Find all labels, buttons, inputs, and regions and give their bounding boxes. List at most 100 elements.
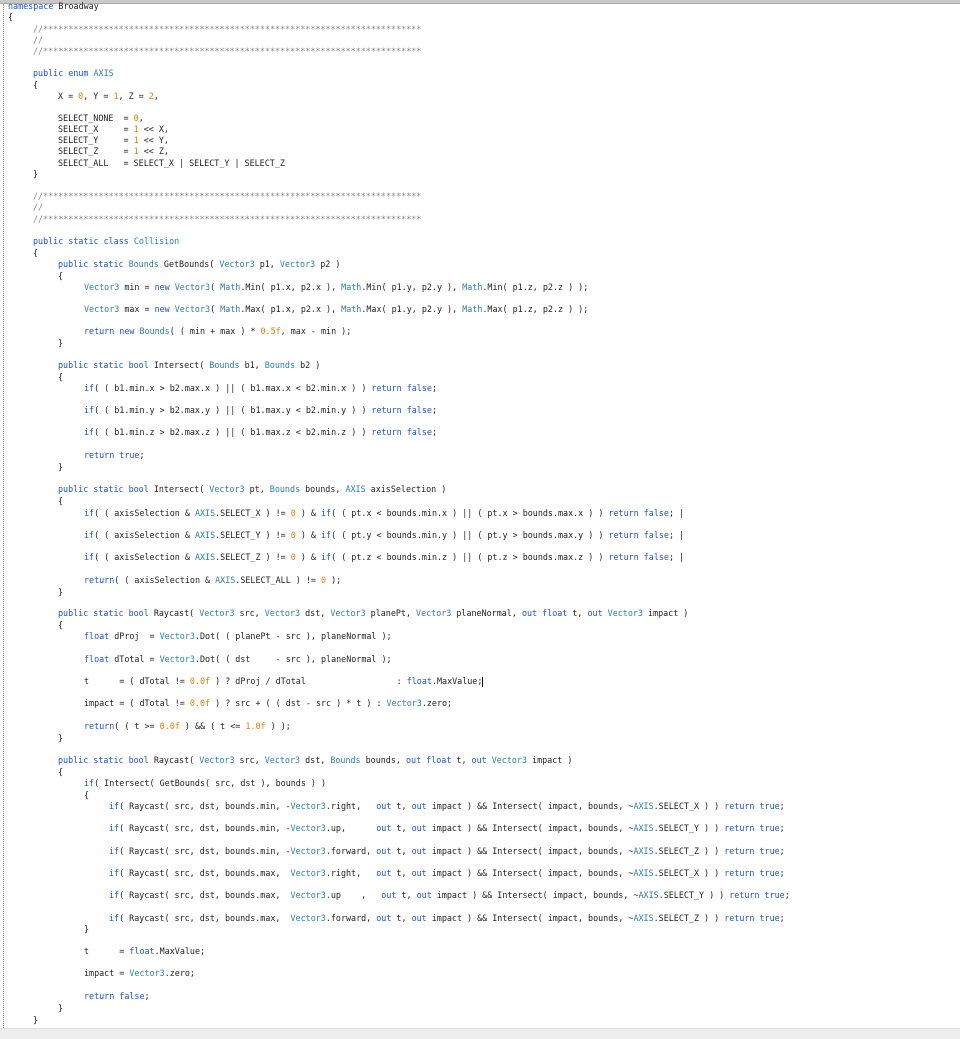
code-token-txt: ( ( b1.min.z > b2.max.z ) || ( b1.max.z … — [94, 427, 372, 437]
code-token-txt: ; — [431, 427, 437, 437]
code-token-txt: ( ( min + max ) * — [169, 326, 261, 336]
code-token-kw: public enum — [33, 68, 94, 78]
code-token-kw: if — [84, 778, 95, 788]
code-token-kw: if — [321, 530, 332, 540]
code-line: } — [58, 462, 63, 473]
code-line: SELECT_X = 1 << X, — [58, 124, 169, 135]
code-token-txt: ( Raycast( src, dst, bounds.max, — [119, 868, 291, 878]
code-line: if( ( axisSelection & AXIS.SELECT_Y ) !=… — [84, 530, 684, 541]
code-token-txt: p2 ) — [315, 259, 341, 269]
code-line: } — [58, 587, 63, 598]
code-token-txt: { — [58, 767, 64, 777]
code-token-num: 0.5f — [260, 326, 281, 336]
code-token-type: AXIS — [633, 801, 654, 811]
code-token-txt: ( Raycast( src, dst, bounds.min, - — [119, 846, 291, 856]
code-token-kw: return true — [724, 801, 780, 811]
code-token-txt: ) ? src + ( ( dst - src ) * t ) : — [210, 698, 387, 708]
code-token-txt: ( ( axisSelection & — [94, 508, 195, 518]
code-token-txt: Raycast( — [153, 608, 200, 618]
code-token-kw: return true — [724, 846, 780, 856]
code-token-txt: t, — [391, 868, 412, 878]
code-token-type: Math — [462, 282, 483, 292]
text-caret — [482, 676, 484, 687]
code-token-txt: ( — [210, 304, 221, 314]
code-token-txt: ; — [784, 890, 790, 900]
code-token-txt: { — [33, 80, 39, 90]
code-token-txt: } — [58, 733, 64, 743]
code-line: if( Raycast( src, dst, bounds.max, Vecto… — [109, 890, 790, 901]
code-token-txt: impact ) && Intersect( impact, bounds, ~ — [426, 823, 634, 833]
code-token-txt: .SELECT_X ) ) — [653, 801, 725, 811]
code-token-type: AXIS — [215, 575, 236, 585]
code-token-txt: .right, — [325, 868, 377, 878]
code-token-txt: .Dot( ( planePt - src ), planeNormal ); — [194, 631, 392, 641]
code-token-kw: return true — [84, 450, 140, 460]
code-token-type: Math — [341, 282, 362, 292]
code-token-kw: out — [411, 801, 427, 811]
code-token-txt: , max - min ); — [280, 326, 352, 336]
code-token-type: Vector3 — [199, 755, 235, 765]
code-token-type: Bounds — [139, 326, 170, 336]
code-token-txt: ) & — [295, 552, 322, 562]
code-token-txt: bounds, — [360, 755, 406, 765]
code-token-txt: { — [58, 372, 64, 382]
code-token-txt: t, — [391, 846, 412, 856]
code-token-txt: Broadway — [53, 1, 99, 11]
code-token-type: Vector3 — [279, 259, 316, 269]
code-line: { — [58, 271, 63, 282]
code-token-txt: max = — [119, 304, 155, 314]
code-token-kw: out — [376, 801, 392, 811]
code-token-txt: src, — [234, 608, 265, 618]
code-line: if( ( axisSelection & AXIS.SELECT_X ) !=… — [84, 508, 684, 519]
code-token-kw: if — [109, 913, 120, 923]
code-line: } — [33, 1015, 38, 1026]
code-token-kw: return false — [371, 405, 432, 415]
code-token-txt: { — [58, 496, 64, 506]
code-token-type: Bounds — [209, 360, 240, 370]
code-token-type: AXIS — [194, 530, 216, 540]
code-token-txt: impact ) && Intersect( impact, bounds, ~ — [426, 801, 634, 811]
code-line: impact = ( dTotal != 0.0f ) ? src + ( ( … — [84, 698, 452, 709]
code-token-txt: impact ) — [642, 608, 689, 618]
code-token-txt: SELECT_X = — [58, 124, 134, 134]
code-token-com: // — [33, 202, 44, 212]
code-token-type: AXIS — [633, 846, 654, 856]
horizontal-scrollbar[interactable] — [0, 1028, 960, 1039]
code-line: if( Intersect( GetBounds( src, dst ), bo… — [84, 778, 326, 789]
code-line: t = ( dTotal != 0.0f ) ? dProj / dTotal … — [84, 676, 484, 687]
code-line: if( Raycast( src, dst, bounds.min, -Vect… — [109, 801, 785, 812]
code-token-type: Bounds — [330, 755, 361, 765]
code-token-txt: .SELECT_Z ) != — [215, 552, 291, 562]
code-token-txt: t, — [396, 890, 417, 900]
code-token-txt: ; | — [668, 530, 685, 540]
code-token-txt: p1, — [254, 259, 280, 269]
code-line: if( Raycast( src, dst, bounds.max, Vecto… — [109, 913, 785, 924]
code-token-com: //**************************************… — [33, 214, 422, 224]
code-token-txt: .SELECT_Y ) ) — [658, 890, 730, 900]
code-token-type: Vector3 — [290, 801, 326, 811]
code-token-txt: ; | — [668, 508, 685, 518]
code-token-txt: Raycast( — [153, 755, 200, 765]
code-token-txt: impact ) — [527, 755, 573, 765]
code-token-txt: planeNormal, — [451, 608, 522, 618]
code-line: public static bool Intersect( Bounds b1,… — [58, 360, 320, 371]
code-token-txt: .SELECT_X ) ) — [653, 868, 725, 878]
code-token-type: Math — [341, 304, 362, 314]
code-token-txt: ; — [779, 823, 785, 833]
code-token-txt: ( Raycast( src, dst, bounds.max, — [119, 890, 291, 900]
code-token-kw: out — [376, 846, 392, 856]
code-token-kw: new — [154, 304, 175, 314]
code-token-kw: public static bool — [58, 755, 154, 765]
code-token-txt: t, — [567, 608, 588, 618]
code-token-txt: impact ) && Intersect( impact, bounds, ~ — [426, 846, 634, 856]
code-token-kw: out — [471, 755, 492, 765]
code-token-txt: GetBounds( — [158, 259, 220, 269]
code-token-txt: Intersect( — [153, 484, 210, 494]
code-token-txt: ( ( b1.min.y > b2.max.y ) || ( b1.max.y … — [94, 405, 372, 415]
code-token-txt: ( Raycast( src, dst, bounds.min, - — [119, 823, 291, 833]
code-token-txt: ( Raycast( src, dst, bounds.max, — [119, 913, 291, 923]
code-editor[interactable]: namespace Broadway{//*******************… — [0, 0, 960, 1028]
code-token-type: Collision — [133, 236, 180, 246]
code-token-kw: out — [381, 890, 397, 900]
code-token-txt: ; — [779, 846, 785, 856]
